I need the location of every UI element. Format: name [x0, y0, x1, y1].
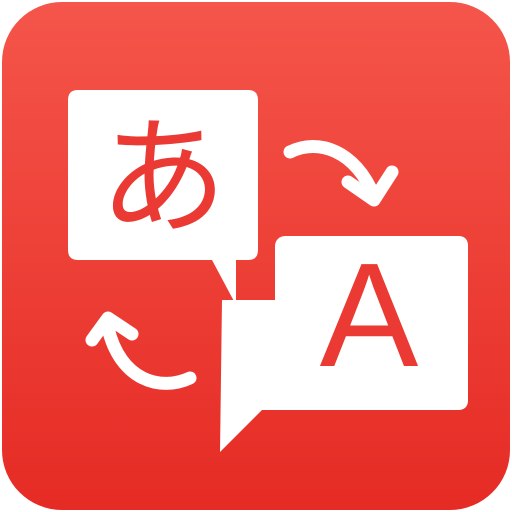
- source-glyph: あ: [99, 104, 227, 253]
- icon-stage: あ A: [0, 0, 512, 512]
- target-glyph: A: [320, 233, 419, 398]
- translate-app-icon[interactable]: あ A: [0, 0, 512, 512]
